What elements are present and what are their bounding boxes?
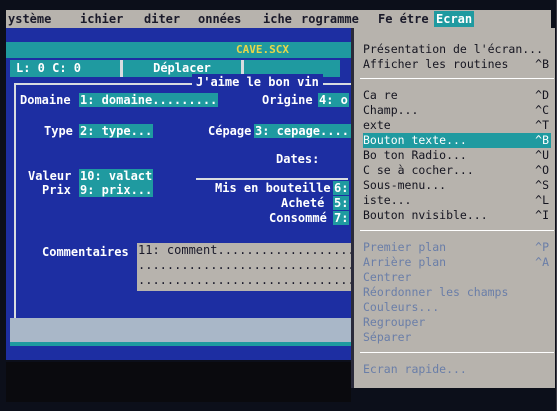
dos-screen: ystème ichier diter onnées iche rogramme… — [0, 0, 557, 411]
form-footer-stripe — [10, 342, 351, 346]
menu-item-label: Arrière plan — [363, 255, 447, 269]
menu-item-liste[interactable]: iste... ^L — [363, 193, 551, 208]
menu-item-label: Premier plan — [363, 240, 447, 254]
menu-programme[interactable]: rogramme — [299, 11, 361, 27]
menu-item-shortcut: ^U — [535, 148, 549, 162]
dates-divider — [196, 178, 348, 180]
menu-ecran[interactable]: Ecran — [434, 11, 475, 27]
comment-line: ............................... — [138, 273, 362, 287]
menu-bar: ystème ichier diter onnées iche rogramme… — [6, 10, 551, 28]
menu-editer[interactable]: diter — [142, 11, 182, 27]
mis-en-bouteille-field[interactable]: 6: — [333, 181, 350, 195]
menu-item-label: Couleurs... — [363, 300, 440, 314]
menu-separator — [360, 230, 554, 231]
menu-item-reordonner-champs[interactable]: Réordonner les champs — [363, 285, 551, 300]
menu-item-label: exte — [363, 118, 391, 132]
menu-item-shortcut: ^S — [535, 178, 549, 192]
menu-item-label: iste... — [363, 193, 412, 207]
menu-item-afficher-routines[interactable]: Afficher les routines ^B — [363, 57, 551, 72]
menu-fiche[interactable]: iche — [261, 11, 294, 27]
menu-item-champ[interactable]: Champ... ^C — [363, 103, 551, 118]
achete-label: Acheté — [281, 196, 325, 210]
menu-item-case-a-cocher[interactable]: C se à cocher... ^O — [363, 163, 551, 178]
menu-separator — [360, 352, 554, 353]
menu-item-label: Centrer — [363, 270, 412, 284]
achete-field[interactable]: 5: — [333, 196, 350, 210]
menu-item-shortcut: ^C — [535, 103, 549, 117]
menu-item-couleurs[interactable]: Couleurs... — [363, 300, 551, 315]
menu-item-presentation[interactable]: Présentation de l'écran... — [363, 42, 551, 57]
menu-item-shortcut: ^B — [535, 133, 549, 147]
consomme-label: Consommé — [269, 211, 327, 225]
cepage-label: Cépage — [208, 124, 252, 138]
menu-item-shortcut: ^B — [535, 57, 549, 71]
form-title: J'aime le bon vin — [192, 74, 323, 90]
menu-item-premier-plan[interactable]: Premier plan ^P — [363, 240, 551, 255]
menu-systeme[interactable]: ystème — [6, 11, 53, 27]
window-title: CAVE.SCX — [236, 43, 289, 56]
menu-item-label: Réordonner les champs — [363, 285, 509, 299]
form-window: CAVE.SCX L: 0 C: 0 Déplacer J'aime le bo… — [6, 28, 362, 374]
type-label: Type — [44, 124, 73, 138]
cursor-coords: L: 0 C: 0 — [16, 61, 82, 75]
valeur-label: Valeur — [28, 169, 72, 183]
menu-item-label: Ca re — [363, 88, 398, 102]
origine-label: Origine — [262, 93, 313, 107]
menu-item-label: Séparer — [363, 330, 412, 344]
comment-line: ............................... — [138, 258, 362, 272]
menu-item-label: Regrouper — [363, 315, 426, 329]
menu-item-bouton-invisible[interactable]: Bouton nvisible... ^I — [363, 208, 551, 223]
consomme-field[interactable]: 7: — [333, 211, 350, 225]
menu-item-cadre[interactable]: Ca re ^D — [363, 88, 551, 103]
form-footer-band — [10, 318, 351, 342]
menu-item-shortcut: ^T — [535, 118, 549, 132]
menu-item-shortcut: ^P — [535, 240, 549, 254]
menu-item-shortcut: ^I — [535, 208, 549, 222]
menu-item-regrouper[interactable]: Regrouper — [363, 315, 551, 330]
menu-item-label: Bouton texte... — [363, 133, 467, 147]
menu-item-arriere-plan[interactable]: Arrière plan ^A — [363, 255, 551, 270]
menu-item-label: Sous-menu... — [363, 178, 447, 192]
menu-item-texte[interactable]: exte ^T — [363, 118, 551, 133]
menu-item-shortcut: ^A — [535, 255, 549, 269]
menu-separator — [360, 78, 554, 79]
origine-field[interactable]: 4: o — [318, 93, 349, 107]
menu-item-label: Ecran rapide... — [363, 362, 467, 376]
menu-donnees[interactable]: onnées — [196, 11, 243, 27]
menu-fenetre[interactable]: Fe étre — [376, 11, 431, 27]
menu-item-label: Bouton nvisible... — [363, 208, 488, 222]
window-shadow — [6, 362, 351, 402]
type-field[interactable]: 2: type... — [79, 124, 154, 138]
domaine-label: Domaine — [20, 93, 71, 107]
menu-item-label: Bo ton Radio... — [363, 148, 467, 162]
prix-field[interactable]: 9: prix... — [79, 183, 154, 197]
menu-item-sous-menu[interactable]: Sous-menu... ^S — [363, 178, 551, 193]
comment-line: 11: comment.................... — [138, 243, 362, 257]
menu-item-label: Champ... — [363, 103, 419, 117]
menu-item-ecran-rapide[interactable]: Ecran rapide... — [363, 362, 551, 377]
commentaires-label: Commentaires — [42, 245, 129, 259]
window-titlebar[interactable] — [6, 42, 351, 58]
menu-item-shortcut: ^D — [535, 88, 549, 102]
menu-item-separer[interactable]: Séparer — [363, 330, 551, 345]
menu-item-label: Afficher les routines — [363, 57, 509, 71]
commentaires-field[interactable]: 11: comment.................... ........… — [137, 243, 362, 291]
menu-item-shortcut: ^O — [535, 163, 549, 177]
prix-label: Prix — [42, 183, 71, 197]
dates-label: Dates: — [276, 152, 320, 166]
valeur-field[interactable]: 10: valact — [79, 169, 154, 183]
ecran-dropdown-menu: Présentation de l'écran... Afficher les … — [351, 28, 555, 388]
menu-item-bouton-radio[interactable]: Bo ton Radio... ^U — [363, 148, 551, 163]
menu-item-shortcut: ^L — [535, 193, 549, 207]
domaine-field[interactable]: 1: domaine......... — [79, 93, 219, 107]
menu-fichier[interactable]: ichier — [78, 11, 125, 27]
menu-item-label: C se à cocher... — [363, 163, 474, 177]
cepage-field[interactable]: 3: cepage..... — [254, 124, 358, 138]
menu-item-bouton-texte[interactable]: Bouton texte... ^B — [363, 133, 551, 148]
mis-en-bouteille-label: Mis en bouteille — [215, 181, 331, 195]
menu-item-centrer[interactable]: Centrer — [363, 270, 551, 285]
menu-item-label: Présentation de l'écran... — [363, 42, 544, 56]
